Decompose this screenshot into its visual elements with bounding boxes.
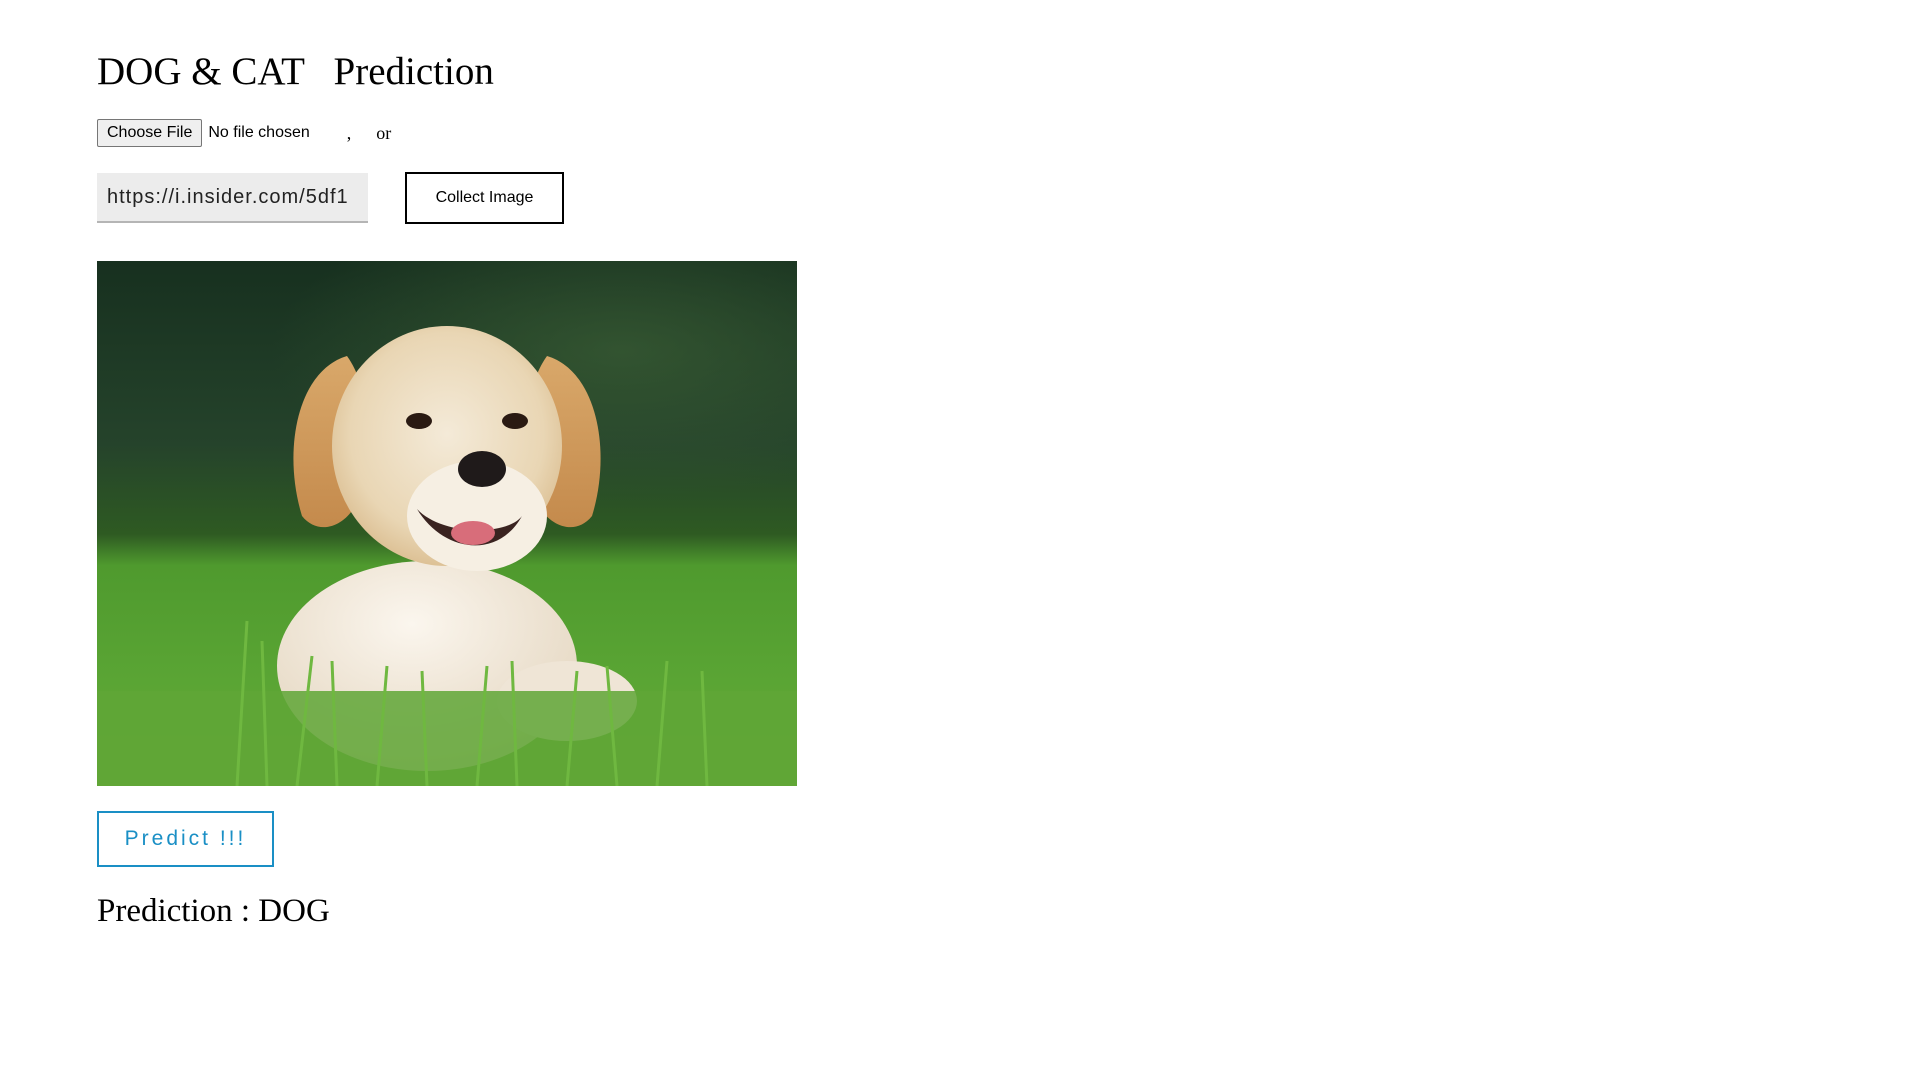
or-text: or — [376, 122, 392, 143]
prediction-result: Prediction : DOG — [97, 893, 330, 929]
image-url-input[interactable] — [97, 173, 368, 223]
dog-photo — [97, 261, 797, 786]
page-title: DOG & CAT Prediction — [97, 50, 494, 93]
file-status-text: No file chosen — [208, 124, 310, 141]
separator-comma: , — [346, 122, 352, 143]
page: DOG & CAT Prediction Choose File No file… — [0, 0, 1920, 1080]
collect-image-button[interactable]: Collect Image — [405, 172, 564, 224]
choose-file-button[interactable]: Choose File — [97, 119, 203, 147]
predict-button[interactable]: Predict !!! — [97, 811, 274, 867]
file-upload-row: Choose File No file chosen , or — [97, 119, 391, 147]
